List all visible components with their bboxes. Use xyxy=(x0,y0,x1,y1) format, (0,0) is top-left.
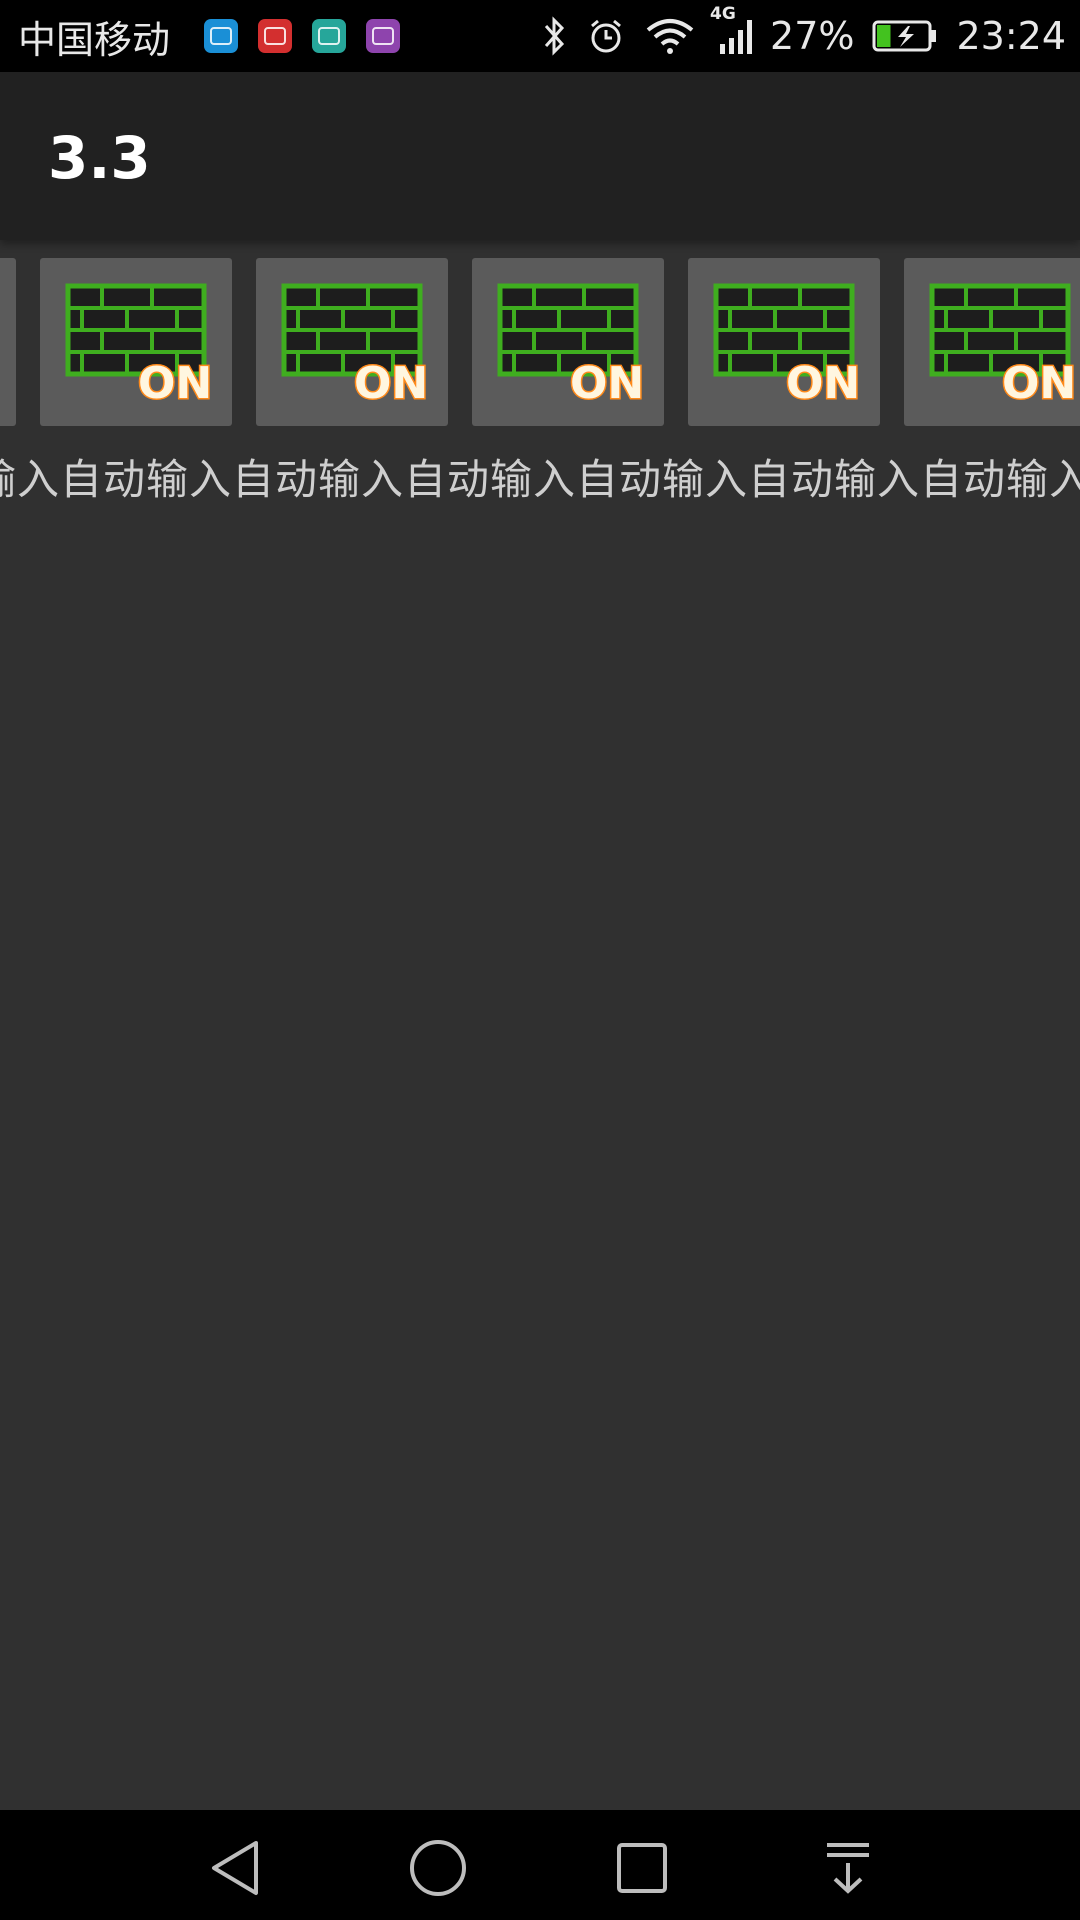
status-bar: 中国移动 4G 27% 23:24 xyxy=(0,0,1080,72)
clock: 23:24 xyxy=(956,14,1066,58)
on-badge-text: ON xyxy=(138,358,212,406)
weibo-app-icon xyxy=(204,19,239,53)
android-app-icon xyxy=(312,19,347,53)
page-title: 3.3 xyxy=(48,124,151,192)
back-icon xyxy=(212,1841,258,1895)
firewall-on-icon: ON xyxy=(929,283,1076,406)
network-type-label: 4G xyxy=(710,4,736,24)
notification-pulldown-button[interactable] xyxy=(818,1838,878,1898)
firewall-on-icon: ON xyxy=(713,283,860,406)
carrier-name: 中国移动 xyxy=(18,17,171,62)
firewall-on-icon: ON xyxy=(65,283,212,406)
firewall-toggle-tile[interactable]: ON xyxy=(40,258,232,426)
huawei-app-icon xyxy=(258,19,293,53)
back-button[interactable] xyxy=(205,1838,265,1898)
recents-button[interactable] xyxy=(612,1838,672,1898)
alarm-icon xyxy=(586,16,626,56)
gallery-app-icon xyxy=(366,19,401,53)
on-badge-text: ON xyxy=(354,358,428,406)
battery-icon xyxy=(872,19,938,53)
on-badge-text: ON xyxy=(786,358,860,406)
firewall-toggle-tile[interactable]: ON xyxy=(688,258,880,426)
cellular-signal-icon: 4G xyxy=(710,4,758,58)
battery-percent: 27% xyxy=(770,14,855,58)
firewall-on-icon: ON xyxy=(497,283,644,406)
pull-down-icon xyxy=(827,1843,869,1894)
status-bar-left: 中国移动 xyxy=(18,9,401,64)
app-bar: 3.3 xyxy=(0,72,1080,240)
firewall-toggle-tile[interactable]: ON xyxy=(904,258,1080,426)
recents-icon xyxy=(617,1843,667,1893)
on-badge-text: ON xyxy=(1002,358,1076,406)
firewall-toggle-tile[interactable]: ON xyxy=(256,258,448,426)
firewall-toggle-tile[interactable]: ON xyxy=(472,258,664,426)
bluetooth-icon xyxy=(540,16,568,56)
wifi-icon xyxy=(644,16,696,56)
on-badge-text: ON xyxy=(570,358,644,406)
navigation-bar xyxy=(0,1810,1080,1920)
home-button[interactable] xyxy=(408,1838,468,1898)
status-bar-right: 4G 27% 23:24 xyxy=(522,4,1066,58)
home-icon xyxy=(410,1840,466,1896)
toggle-tile-strip[interactable]: ONONONONONONON 输入自动输入自动输入自动输入自动输入自动输入自动输… xyxy=(0,240,1080,520)
tile-label-row: 输入自动输入自动输入自动输入自动输入自动输入自动输入自动输入自 xyxy=(0,455,1080,504)
firewall-toggle-tile[interactable]: ON xyxy=(0,258,16,426)
firewall-on-icon: ON xyxy=(281,283,428,406)
